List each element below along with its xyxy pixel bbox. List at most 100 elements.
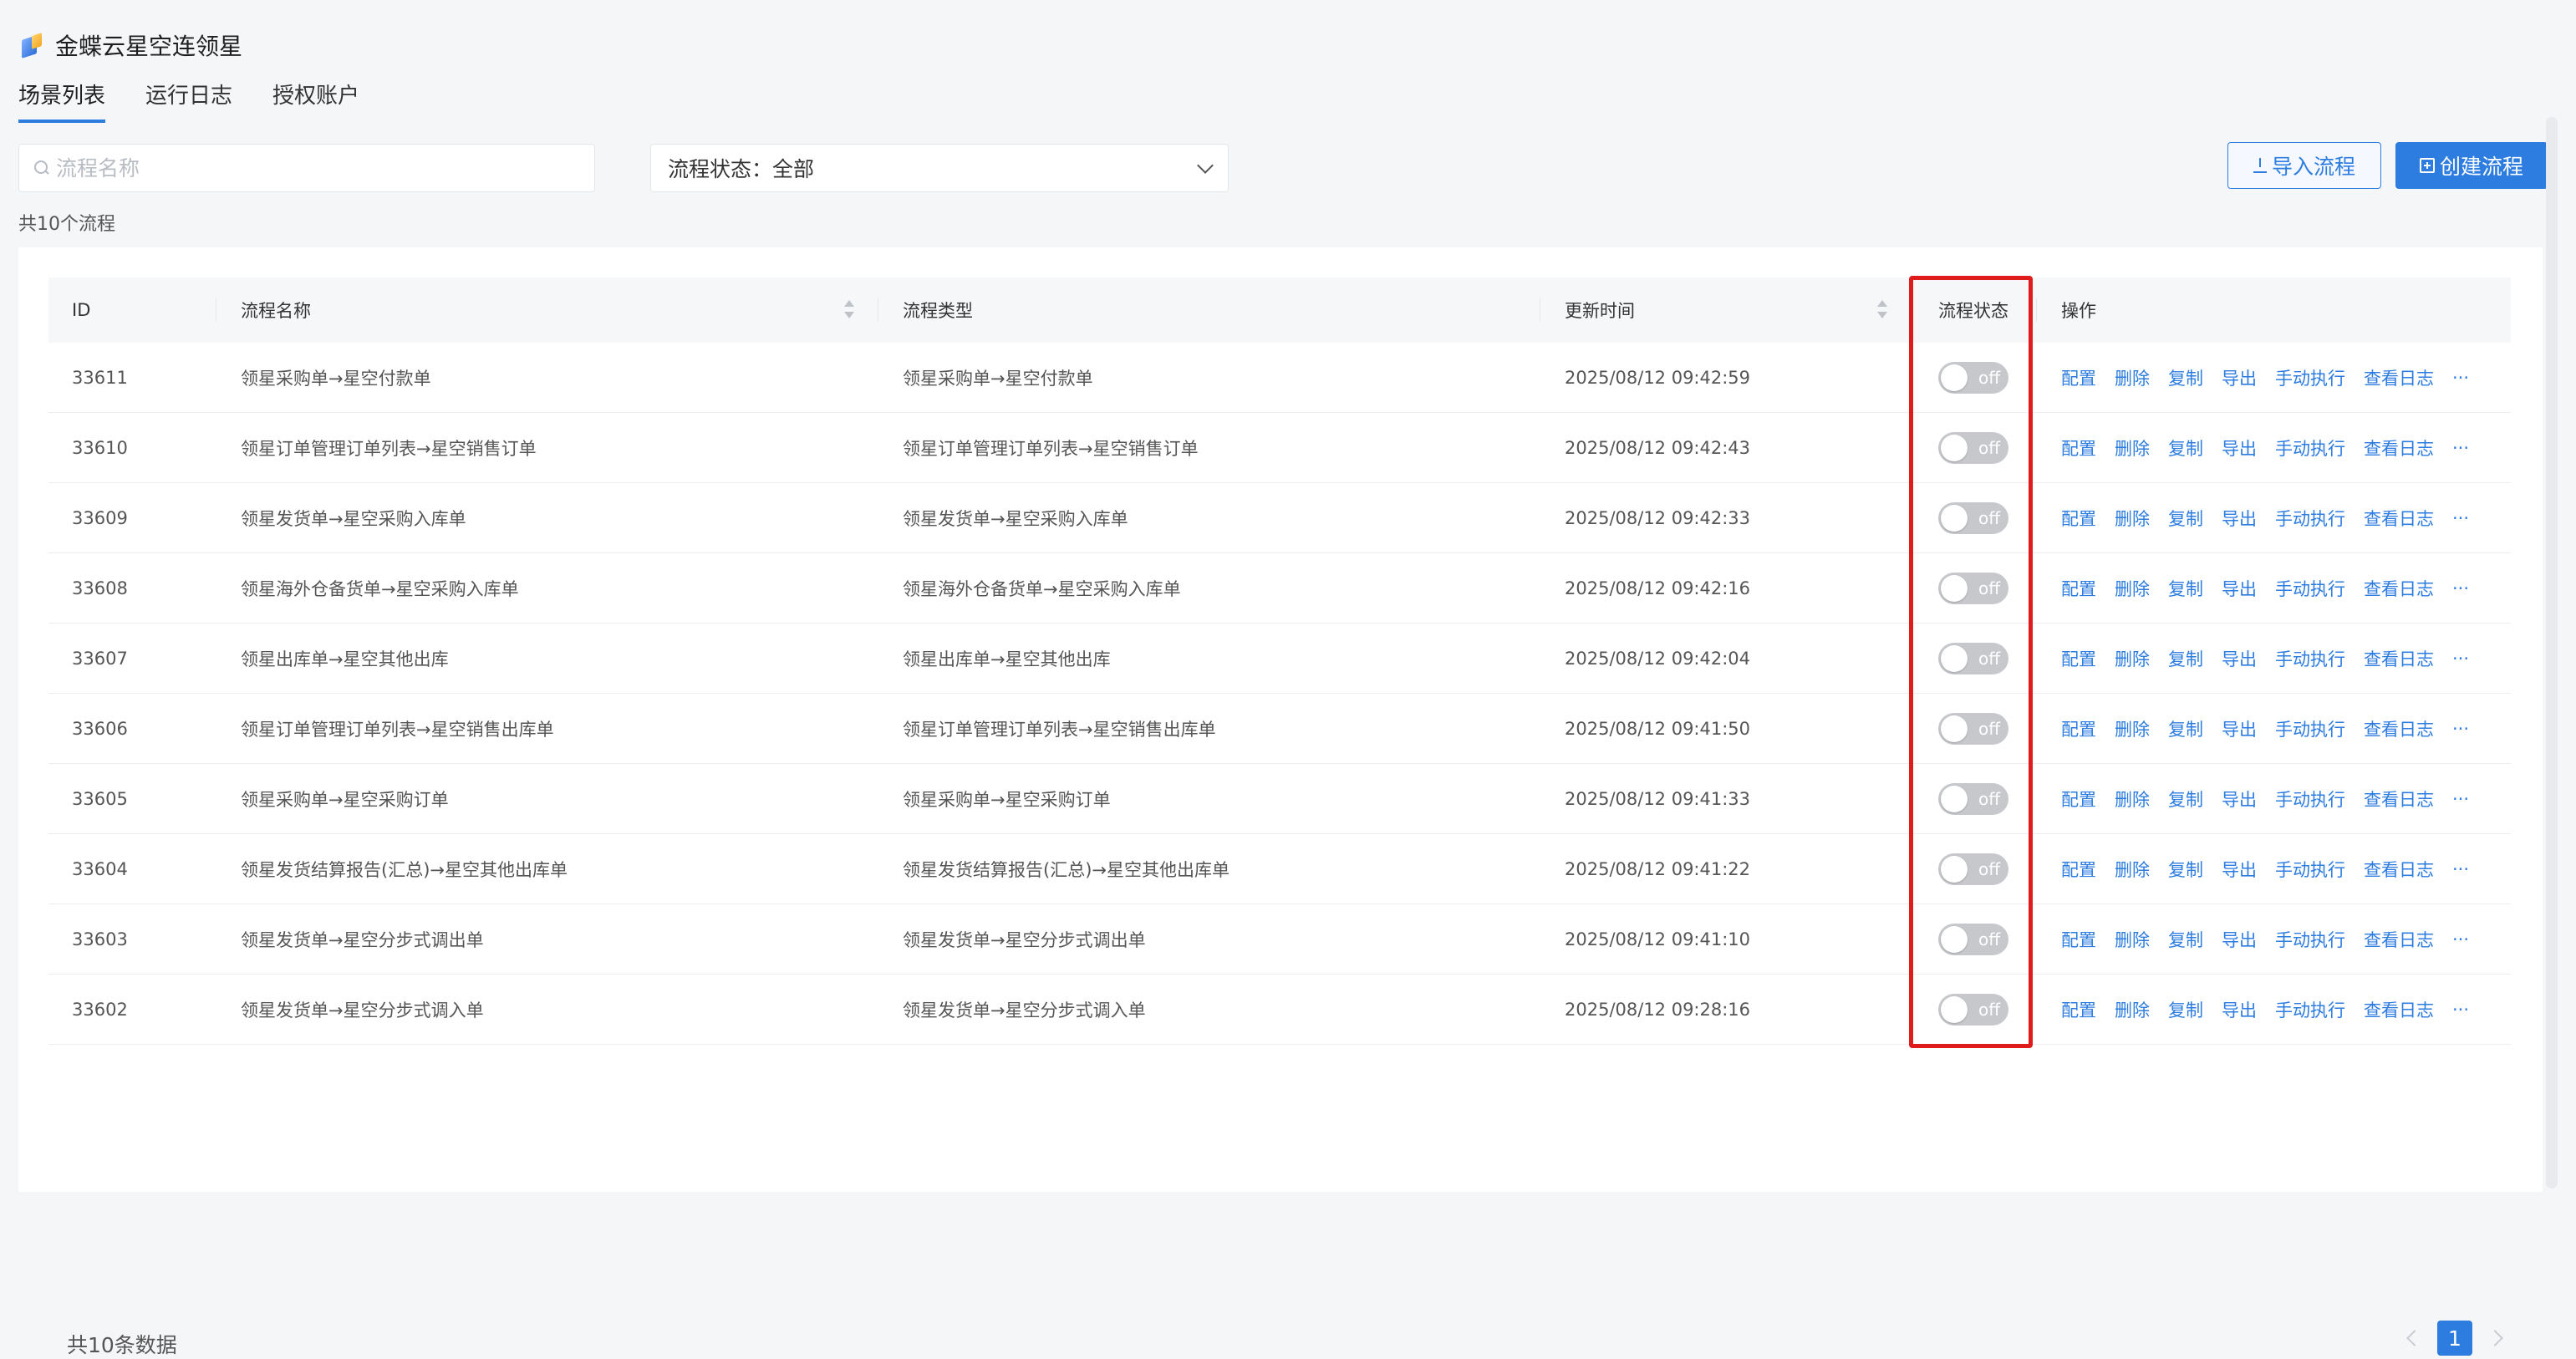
- delete-link[interactable]: 删除: [2115, 365, 2150, 390]
- prev-page-icon[interactable]: [2406, 1330, 2423, 1346]
- row-status: off: [1911, 782, 2036, 815]
- view-log-link[interactable]: 查看日志: [2364, 927, 2434, 952]
- next-page-icon[interactable]: [2487, 1330, 2503, 1346]
- tab-scene-list[interactable]: 场景列表: [18, 79, 106, 123]
- view-log-link[interactable]: 查看日志: [2364, 365, 2434, 390]
- status-toggle[interactable]: off: [1938, 642, 2008, 674]
- config-link[interactable]: 配置: [2061, 646, 2096, 671]
- page-number[interactable]: 1: [2437, 1321, 2472, 1356]
- copy-link[interactable]: 复制: [2168, 927, 2203, 952]
- export-link[interactable]: 导出: [2222, 435, 2257, 461]
- vertical-scrollbar[interactable]: [2546, 117, 2558, 1188]
- delete-link[interactable]: 删除: [2115, 997, 2150, 1022]
- manual-run-link[interactable]: 手动执行: [2275, 506, 2345, 531]
- more-icon[interactable]: ···: [2452, 789, 2469, 809]
- import-flow-button[interactable]: 导入流程: [2227, 142, 2381, 189]
- view-log-link[interactable]: 查看日志: [2364, 997, 2434, 1022]
- view-log-link[interactable]: 查看日志: [2364, 435, 2434, 461]
- copy-link[interactable]: 复制: [2168, 576, 2203, 601]
- delete-link[interactable]: 删除: [2115, 506, 2150, 531]
- manual-run-link[interactable]: 手动执行: [2275, 997, 2345, 1022]
- row-name: 领星发货单→星空分步式调入单: [241, 1000, 484, 1021]
- status-toggle[interactable]: off: [1938, 501, 2008, 534]
- view-log-link[interactable]: 查看日志: [2364, 646, 2434, 671]
- view-log-link[interactable]: 查看日志: [2364, 576, 2434, 601]
- create-flow-button[interactable]: 创建流程: [2395, 142, 2548, 189]
- more-icon[interactable]: ···: [2452, 578, 2469, 598]
- sort-icon[interactable]: [1877, 300, 1887, 320]
- view-log-link[interactable]: 查看日志: [2364, 506, 2434, 531]
- manual-run-link[interactable]: 手动执行: [2275, 576, 2345, 601]
- toggle-label: off: [1978, 718, 2000, 739]
- copy-link[interactable]: 复制: [2168, 786, 2203, 812]
- manual-run-link[interactable]: 手动执行: [2275, 716, 2345, 741]
- tab-auth-accounts[interactable]: 授权账户: [272, 79, 359, 123]
- more-icon[interactable]: ···: [2452, 368, 2469, 388]
- more-icon[interactable]: ···: [2452, 438, 2469, 458]
- copy-link[interactable]: 复制: [2168, 857, 2203, 882]
- config-link[interactable]: 配置: [2061, 716, 2096, 741]
- header-name[interactable]: 流程名称: [216, 298, 878, 323]
- copy-link[interactable]: 复制: [2168, 997, 2203, 1022]
- more-icon[interactable]: ···: [2452, 508, 2469, 528]
- manual-run-link[interactable]: 手动执行: [2275, 857, 2345, 882]
- export-link[interactable]: 导出: [2222, 576, 2257, 601]
- view-log-link[interactable]: 查看日志: [2364, 716, 2434, 741]
- export-link[interactable]: 导出: [2222, 997, 2257, 1022]
- export-link[interactable]: 导出: [2222, 646, 2257, 671]
- status-toggle[interactable]: off: [1938, 361, 2008, 394]
- status-toggle[interactable]: off: [1938, 923, 2008, 955]
- export-link[interactable]: 导出: [2222, 857, 2257, 882]
- manual-run-link[interactable]: 手动执行: [2275, 435, 2345, 461]
- copy-link[interactable]: 复制: [2168, 435, 2203, 461]
- delete-link[interactable]: 删除: [2115, 927, 2150, 952]
- header-time[interactable]: 更新时间: [1540, 298, 1911, 323]
- copy-link[interactable]: 复制: [2168, 506, 2203, 531]
- more-icon[interactable]: ···: [2452, 1000, 2469, 1020]
- status-toggle[interactable]: off: [1938, 853, 2008, 885]
- config-link[interactable]: 配置: [2061, 576, 2096, 601]
- export-link[interactable]: 导出: [2222, 786, 2257, 812]
- delete-link[interactable]: 删除: [2115, 716, 2150, 741]
- config-link[interactable]: 配置: [2061, 786, 2096, 812]
- search-input[interactable]: [54, 155, 559, 181]
- more-icon[interactable]: ···: [2452, 719, 2469, 739]
- delete-link[interactable]: 删除: [2115, 646, 2150, 671]
- config-link[interactable]: 配置: [2061, 506, 2096, 531]
- manual-run-link[interactable]: 手动执行: [2275, 365, 2345, 390]
- config-link[interactable]: 配置: [2061, 435, 2096, 461]
- export-link[interactable]: 导出: [2222, 927, 2257, 952]
- view-log-link[interactable]: 查看日志: [2364, 857, 2434, 882]
- more-icon[interactable]: ···: [2452, 929, 2469, 949]
- status-toggle[interactable]: off: [1938, 712, 2008, 745]
- config-link[interactable]: 配置: [2061, 997, 2096, 1022]
- manual-run-link[interactable]: 手动执行: [2275, 786, 2345, 812]
- copy-link[interactable]: 复制: [2168, 365, 2203, 390]
- view-log-link[interactable]: 查看日志: [2364, 786, 2434, 812]
- export-link[interactable]: 导出: [2222, 716, 2257, 741]
- manual-run-link[interactable]: 手动执行: [2275, 927, 2345, 952]
- manual-run-link[interactable]: 手动执行: [2275, 646, 2345, 671]
- export-link[interactable]: 导出: [2222, 506, 2257, 531]
- config-link[interactable]: 配置: [2061, 927, 2096, 952]
- config-link[interactable]: 配置: [2061, 857, 2096, 882]
- status-toggle[interactable]: off: [1938, 993, 2008, 1026]
- more-icon[interactable]: ···: [2452, 859, 2469, 879]
- more-icon[interactable]: ···: [2452, 649, 2469, 669]
- status-toggle[interactable]: off: [1938, 431, 2008, 464]
- tab-run-log[interactable]: 运行日志: [145, 79, 232, 123]
- status-toggle[interactable]: off: [1938, 782, 2008, 815]
- status-toggle[interactable]: off: [1938, 572, 2008, 604]
- status-filter-select[interactable]: 流程状态：全部: [650, 144, 1229, 192]
- config-link[interactable]: 配置: [2061, 365, 2096, 390]
- export-link[interactable]: 导出: [2222, 365, 2257, 390]
- delete-link[interactable]: 删除: [2115, 786, 2150, 812]
- delete-link[interactable]: 删除: [2115, 576, 2150, 601]
- delete-link[interactable]: 删除: [2115, 435, 2150, 461]
- sort-icon[interactable]: [844, 300, 854, 320]
- copy-link[interactable]: 复制: [2168, 716, 2203, 741]
- row-status: off: [1911, 923, 2036, 955]
- row-time: 2025/08/12 09:42:16: [1565, 578, 1751, 598]
- copy-link[interactable]: 复制: [2168, 646, 2203, 671]
- delete-link[interactable]: 删除: [2115, 857, 2150, 882]
